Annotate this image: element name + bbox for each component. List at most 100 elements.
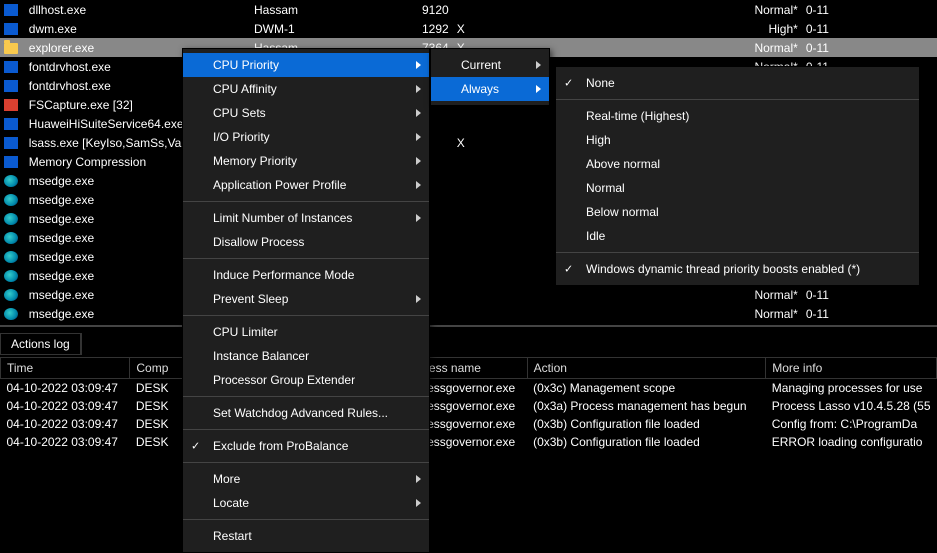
menu-item[interactable]: Locate xyxy=(183,491,429,515)
process-flag xyxy=(453,285,577,304)
log-time: 04-10-2022 03:09:47 xyxy=(1,379,130,398)
app-icon xyxy=(4,118,18,130)
log-row[interactable]: 04-10-2022 03:09:47DESKprocessgovernor.e… xyxy=(1,379,937,398)
menu-item-label: None xyxy=(586,76,615,90)
menu-item-label: Set Watchdog Advanced Rules... xyxy=(213,406,388,420)
menu-item-label: I/O Priority xyxy=(213,130,270,144)
menu-item[interactable]: Always xyxy=(431,77,549,101)
menu-item[interactable]: CPU Limiter xyxy=(183,320,429,344)
log-action: (0x3b) Configuration file loaded xyxy=(527,415,766,433)
edge-icon xyxy=(4,194,18,206)
process-row[interactable]: msedge.exeNormal*0-11 xyxy=(0,285,937,304)
log-time: 04-10-2022 03:09:47 xyxy=(1,415,130,433)
menu-item[interactable]: Memory Priority xyxy=(183,149,429,173)
menu-item-label: Above normal xyxy=(586,157,660,171)
menu-item-label: Normal xyxy=(586,181,625,195)
log-comp: DESK xyxy=(130,415,189,433)
menu-item-label: CPU Priority xyxy=(213,58,279,72)
actions-log-table: Time Comp Process name Action More info … xyxy=(0,357,937,451)
log-info: Config from: C:\ProgramDa xyxy=(766,415,937,433)
menu-item[interactable]: Instance Balancer xyxy=(183,344,429,368)
log-header-time[interactable]: Time xyxy=(1,358,130,379)
app-icon xyxy=(4,156,18,168)
menu-item[interactable]: Induce Performance Mode xyxy=(183,263,429,287)
log-time: 04-10-2022 03:09:47 xyxy=(1,433,130,451)
menu-item[interactable]: Idle xyxy=(556,224,919,248)
process-row[interactable]: dwm.exeDWM-11292XHigh*0-11 xyxy=(0,19,937,38)
process-flag xyxy=(453,0,577,19)
submenu-arrow-icon xyxy=(416,475,421,483)
submenu-arrow-icon xyxy=(416,157,421,165)
tab-actions-log[interactable]: Actions log xyxy=(1,334,81,354)
log-comp: DESK xyxy=(130,433,189,451)
menu-item[interactable]: ✓ None xyxy=(556,71,919,95)
app-icon xyxy=(4,99,18,111)
process-affinity: 0-11 xyxy=(802,19,937,38)
menu-item[interactable]: CPU Affinity xyxy=(183,77,429,101)
log-row[interactable]: 04-10-2022 03:09:47DESKprocessgovernor.e… xyxy=(1,433,937,451)
log-time: 04-10-2022 03:09:47 xyxy=(1,397,130,415)
menu-item[interactable]: Processor Group Extender xyxy=(183,368,429,392)
menu-item[interactable]: Normal xyxy=(556,176,919,200)
cpu-priority-always-submenu[interactable]: ✓ None Real-time (Highest) High Above normal… xyxy=(555,66,920,286)
log-info: Managing processes for use xyxy=(766,379,937,398)
menu-item[interactable]: ✓Exclude from ProBalance xyxy=(183,434,429,458)
actions-log-panel: Actions log xyxy=(0,333,82,355)
menu-item[interactable]: Prevent Sleep xyxy=(183,287,429,311)
log-header-info[interactable]: More info xyxy=(766,358,937,379)
app-icon xyxy=(4,80,18,92)
menu-item[interactable]: More xyxy=(183,467,429,491)
menu-item-label: Processor Group Extender xyxy=(213,373,355,387)
process-priority: Normal* xyxy=(577,285,802,304)
menu-item[interactable]: Set Watchdog Advanced Rules... xyxy=(183,401,429,425)
log-comp: DESK xyxy=(130,397,189,415)
menu-item-label: Always xyxy=(461,82,499,96)
menu-item[interactable]: Limit Number of Instances xyxy=(183,206,429,230)
process-affinity: 0-11 xyxy=(802,285,937,304)
menu-item-label: Restart xyxy=(213,529,252,543)
log-header-action[interactable]: Action xyxy=(527,358,766,379)
process-user: Hassam xyxy=(250,0,385,19)
menu-item[interactable]: Current xyxy=(431,53,549,77)
context-menu[interactable]: CPU Priority CPU Affinity CPU Sets I/O Prio… xyxy=(182,48,430,553)
menu-item[interactable]: Disallow Process xyxy=(183,230,429,254)
menu-item-label: Prevent Sleep xyxy=(213,292,288,306)
log-row[interactable]: 04-10-2022 03:09:47DESKprocessgovernor.e… xyxy=(1,415,937,433)
menu-item[interactable]: Real-time (Highest) xyxy=(556,104,919,128)
submenu-arrow-icon xyxy=(536,61,541,69)
menu-item-label: Current xyxy=(461,58,501,72)
menu-item-label: Disallow Process xyxy=(213,235,304,249)
menu-item[interactable]: CPU Sets xyxy=(183,101,429,125)
menu-separator xyxy=(183,258,429,259)
menu-separator xyxy=(183,201,429,202)
log-action: (0x3c) Management scope xyxy=(527,379,766,398)
edge-icon xyxy=(4,251,18,263)
check-icon: ✓ xyxy=(564,77,573,90)
process-pid: 9120 xyxy=(385,0,453,19)
log-header-comp[interactable]: Comp xyxy=(130,358,189,379)
menu-item[interactable]: High xyxy=(556,128,919,152)
cpu-priority-submenu[interactable]: Current Always xyxy=(430,48,550,106)
menu-separator xyxy=(183,429,429,430)
process-affinity: 0-11 xyxy=(802,0,937,19)
menu-item-label: Locate xyxy=(213,496,249,510)
menu-item[interactable]: Restart xyxy=(183,524,429,548)
process-row[interactable]: dllhost.exeHassam9120Normal*0-11 xyxy=(0,0,937,19)
menu-item[interactable]: ✓Windows dynamic thread priority boosts … xyxy=(556,257,919,281)
menu-separator xyxy=(183,396,429,397)
menu-item[interactable]: Below normal xyxy=(556,200,919,224)
process-row[interactable]: msedge.exeNormal*0-11 xyxy=(0,304,937,323)
log-comp: DESK xyxy=(130,379,189,398)
menu-item[interactable]: Application Power Profile xyxy=(183,173,429,197)
process-priority: High* xyxy=(577,19,802,38)
menu-separator xyxy=(556,252,919,253)
menu-item-label: High xyxy=(586,133,611,147)
menu-item[interactable]: CPU Priority xyxy=(183,53,429,77)
edge-icon xyxy=(4,232,18,244)
menu-item[interactable]: I/O Priority xyxy=(183,125,429,149)
menu-item[interactable]: Above normal xyxy=(556,152,919,176)
menu-item-label: CPU Sets xyxy=(213,106,266,120)
log-row[interactable]: 04-10-2022 03:09:47DESKprocessgovernor.e… xyxy=(1,397,937,415)
log-action: (0x3a) Process management has begun xyxy=(527,397,766,415)
submenu-arrow-icon xyxy=(416,214,421,222)
